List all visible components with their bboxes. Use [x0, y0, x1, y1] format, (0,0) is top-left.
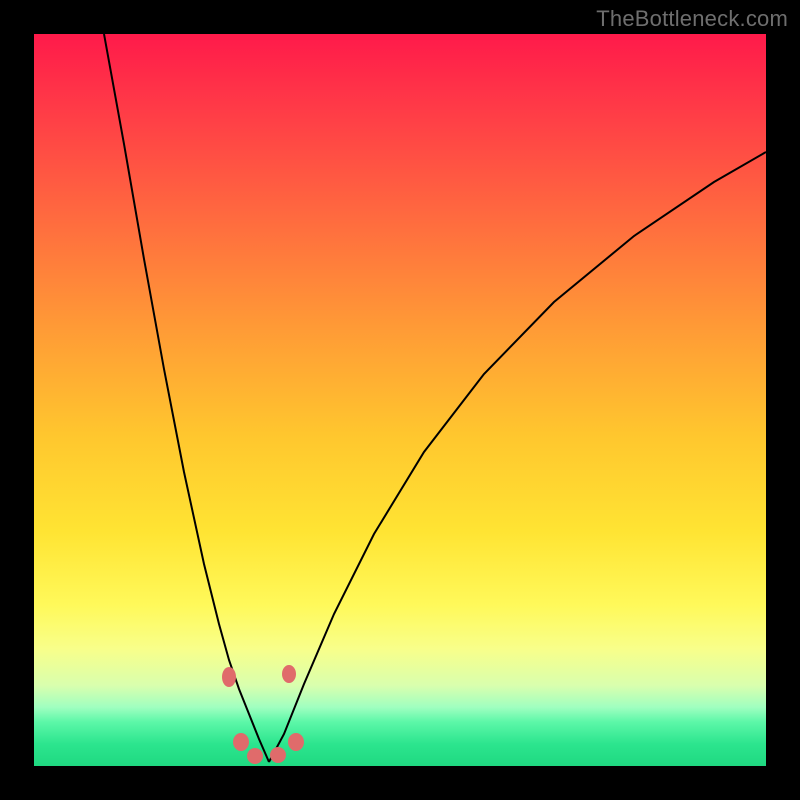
trough-dot — [247, 748, 263, 764]
curve-right-branch — [269, 152, 766, 762]
curve-left-branch — [104, 34, 269, 762]
outer-frame: TheBottleneck.com — [0, 0, 800, 800]
trough-dot — [288, 733, 304, 751]
trough-dot — [222, 667, 236, 687]
plot-area — [34, 34, 766, 766]
trough-dot — [233, 733, 249, 751]
attribution-text: TheBottleneck.com — [596, 6, 788, 32]
trough-dot — [282, 665, 296, 683]
chart-svg — [34, 34, 766, 766]
trough-dot — [270, 747, 286, 763]
